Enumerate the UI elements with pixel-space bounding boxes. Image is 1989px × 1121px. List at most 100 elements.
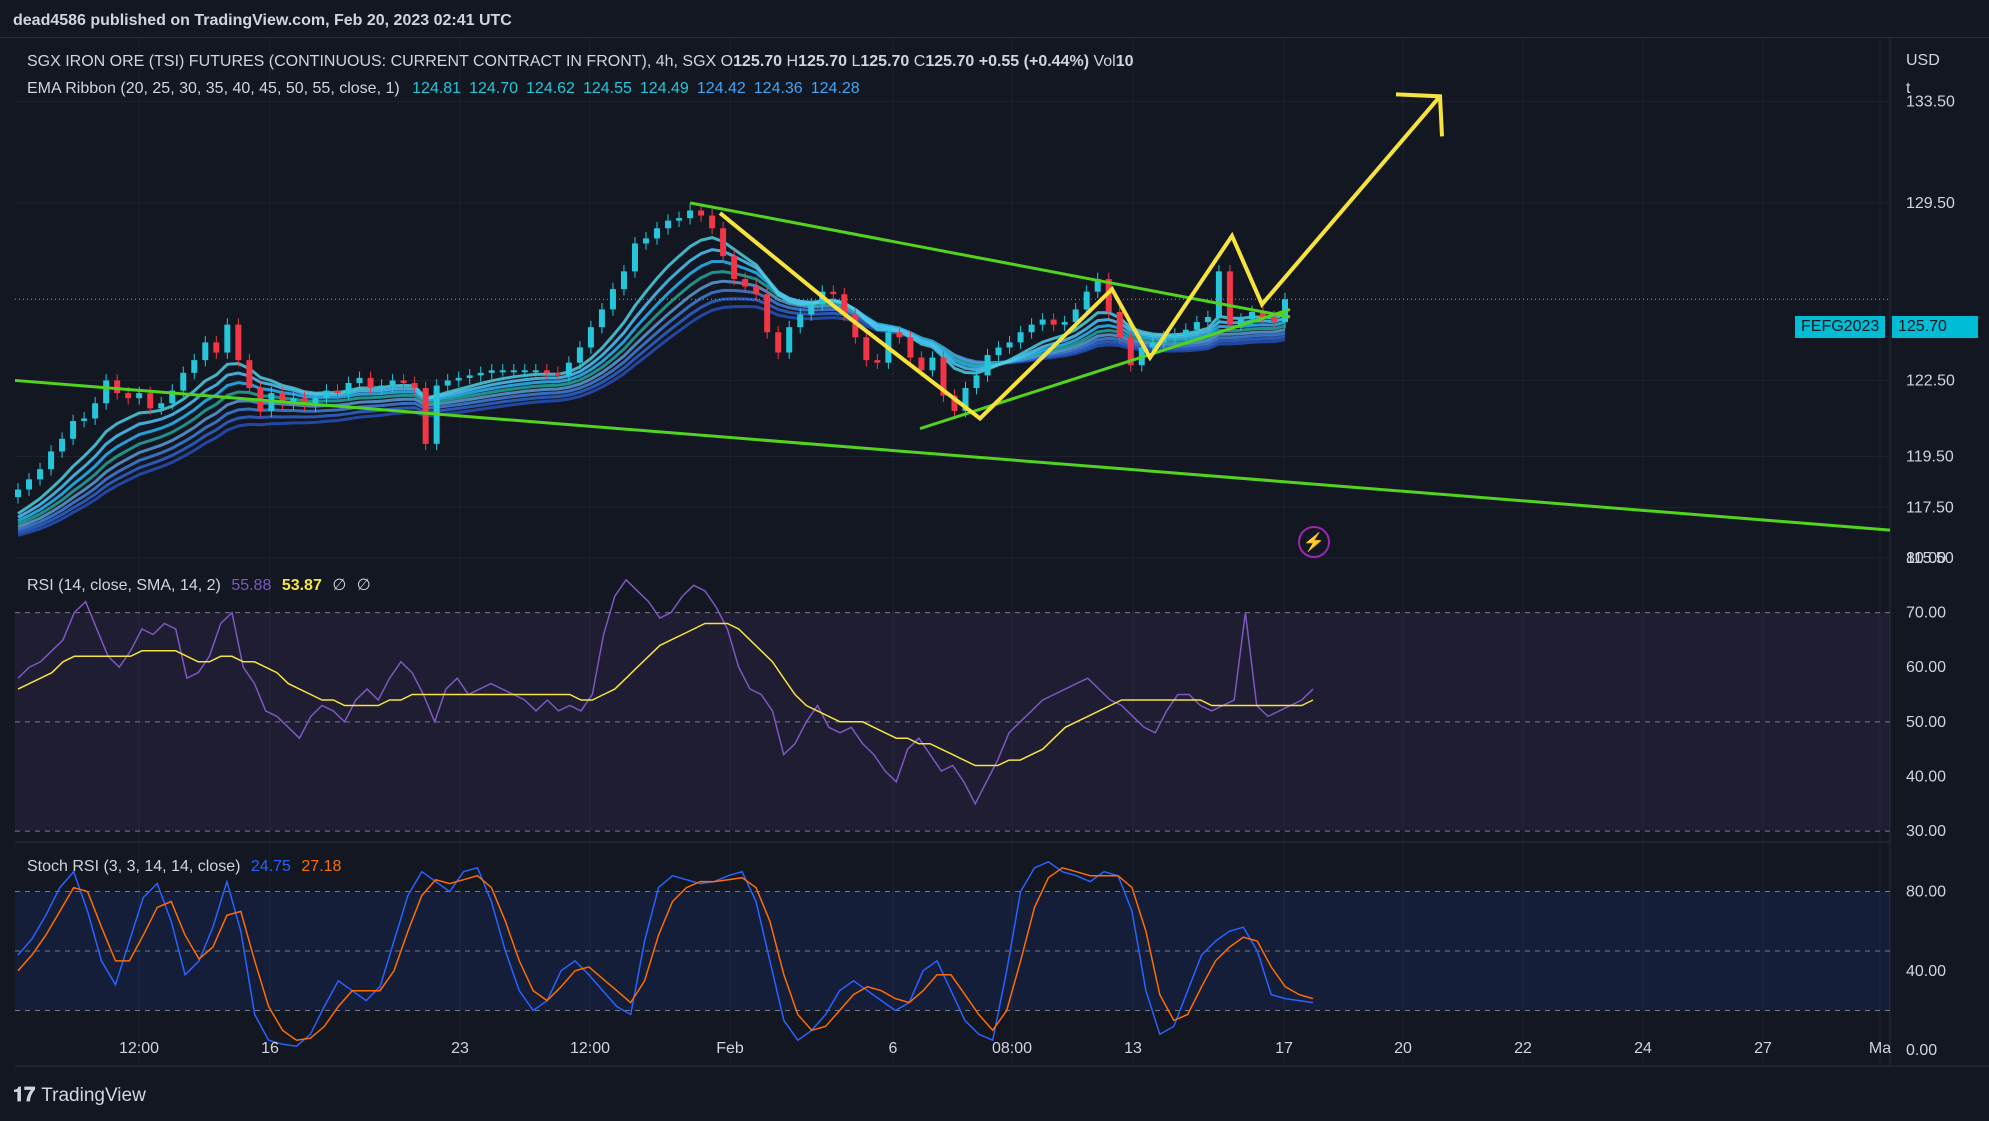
candle-body [114, 380, 121, 394]
candle-body [554, 372, 561, 376]
symbol-title[interactable]: SGX IRON ORE (TSI) FUTURES (CONTINUOUS: … [27, 53, 716, 70]
candle-body [400, 380, 407, 383]
main-chart[interactable]: 133.50129.50122.50119.50117.50115.5080.0… [0, 0, 1989, 1121]
ema-value-3: 124.62 [526, 80, 575, 97]
rsi-tick-2: 70.00 [1906, 605, 1946, 622]
candle-body [665, 220, 672, 229]
candle-body [598, 309, 605, 328]
candle-body [202, 342, 209, 361]
candle-body [1204, 317, 1211, 323]
candle-body [103, 380, 110, 404]
high-label: H [786, 53, 799, 70]
candle-body [984, 355, 991, 376]
time-tick-2: 16 [261, 1040, 279, 1057]
volume-value: 10 [1115, 53, 1134, 70]
ema-value-7: 124.36 [753, 80, 803, 97]
pattern-drawing [718, 95, 1442, 422]
rsi-value: 55.88 [231, 577, 272, 594]
candle-body [731, 256, 738, 279]
candle-body [929, 357, 936, 371]
candle-body [654, 228, 661, 239]
candle-body [1083, 291, 1090, 310]
candle-body [775, 332, 782, 353]
candle-body [676, 218, 683, 221]
candle-body [576, 347, 583, 363]
rsi-tick-3: 60.00 [1906, 659, 1946, 676]
time-tick-10: 20 [1394, 1040, 1412, 1057]
stoch-title[interactable]: Stoch RSI (3, 3, 14, 14, close) [27, 858, 240, 875]
candle-body [422, 388, 429, 444]
open-label: O [720, 53, 734, 70]
stoch-tick-1: 80.00 [1906, 884, 1946, 901]
price-tick-6: 117.50 [1906, 499, 1954, 516]
time-tick-11: 22 [1514, 1040, 1532, 1057]
currency-label[interactable]: USD [1906, 52, 1940, 70]
candle-body [687, 210, 694, 219]
candle-body [81, 418, 88, 422]
time-tick-9: 17 [1275, 1040, 1293, 1057]
candle-body [59, 438, 66, 452]
candle-body [224, 324, 231, 353]
rsi-tick-1: 80.00 [1906, 550, 1946, 567]
rsi-na-1: ∅ [332, 577, 347, 594]
high-value: 125.70 [798, 53, 848, 70]
candle-body [1028, 324, 1035, 333]
candle-body [1050, 319, 1057, 325]
candle-body [698, 210, 705, 216]
candle-body [367, 377, 374, 389]
close-value: 125.70 [925, 53, 975, 70]
time-tick-7: 08:00 [992, 1040, 1032, 1057]
time-tick-6: 6 [889, 1040, 898, 1057]
candle-body [973, 375, 980, 389]
candle-body [136, 393, 143, 399]
candle-body [720, 228, 727, 257]
candle-body [830, 291, 837, 295]
price-tick-1: 133.50 [1906, 93, 1955, 110]
close-label: C [913, 53, 926, 70]
candle-body [323, 390, 330, 399]
candle-body [389, 380, 396, 386]
candle-body [444, 380, 451, 386]
candle-body [742, 278, 749, 287]
rsi-title[interactable]: RSI (14, close, SMA, 14, 2) [27, 577, 221, 594]
candle-body [499, 370, 506, 373]
candle-body [345, 382, 352, 394]
candle-body [1061, 322, 1068, 325]
candle-body [334, 390, 341, 394]
ema-value-5: 124.49 [639, 80, 689, 97]
candle-body [191, 360, 198, 373]
ema-title[interactable]: EMA Ribbon (20, 25, 30, 35, 40, 45, 50, … [27, 80, 400, 97]
stoch-tick-2: 40.00 [1906, 963, 1946, 980]
candle-body [786, 327, 793, 353]
candle-body [764, 294, 771, 333]
candle-body [1248, 311, 1255, 320]
time-tick-1: 12:00 [119, 1040, 159, 1057]
candle-body [147, 393, 154, 409]
price-tick-4: 122.50 [1906, 372, 1955, 389]
lightning-icon[interactable]: ⚡ [1298, 526, 1330, 558]
candle-body [26, 479, 33, 490]
ema-value-6: 124.42 [696, 80, 746, 97]
stoch-k-value: 24.75 [250, 858, 291, 875]
volume-label: Vol [1093, 53, 1116, 70]
time-tick-3: 23 [451, 1040, 469, 1057]
price-tick-2: 129.50 [1906, 195, 1955, 212]
candle-body [488, 370, 495, 373]
candle-body [620, 271, 627, 290]
chart-root: dead4586 published on TradingView.com, F… [0, 0, 1989, 1121]
candle-body [1039, 319, 1046, 325]
candle-body [1006, 342, 1013, 348]
candle-body [455, 377, 462, 381]
time-tick-14: Ma [1869, 1040, 1891, 1057]
candle-body [213, 342, 220, 353]
candle-body [907, 337, 914, 358]
tradingview-logo[interactable]: 𝟏𝟕 TradingView [13, 1084, 146, 1107]
candle-body [874, 360, 881, 363]
candle-body [378, 385, 385, 389]
candle-body [995, 347, 1002, 356]
candle-body [1270, 317, 1277, 323]
stoch-tick-3: 0.00 [1906, 1042, 1937, 1059]
candle-body [918, 357, 925, 371]
candle-body [92, 403, 99, 419]
rsi-tick-5: 40.00 [1906, 768, 1946, 785]
